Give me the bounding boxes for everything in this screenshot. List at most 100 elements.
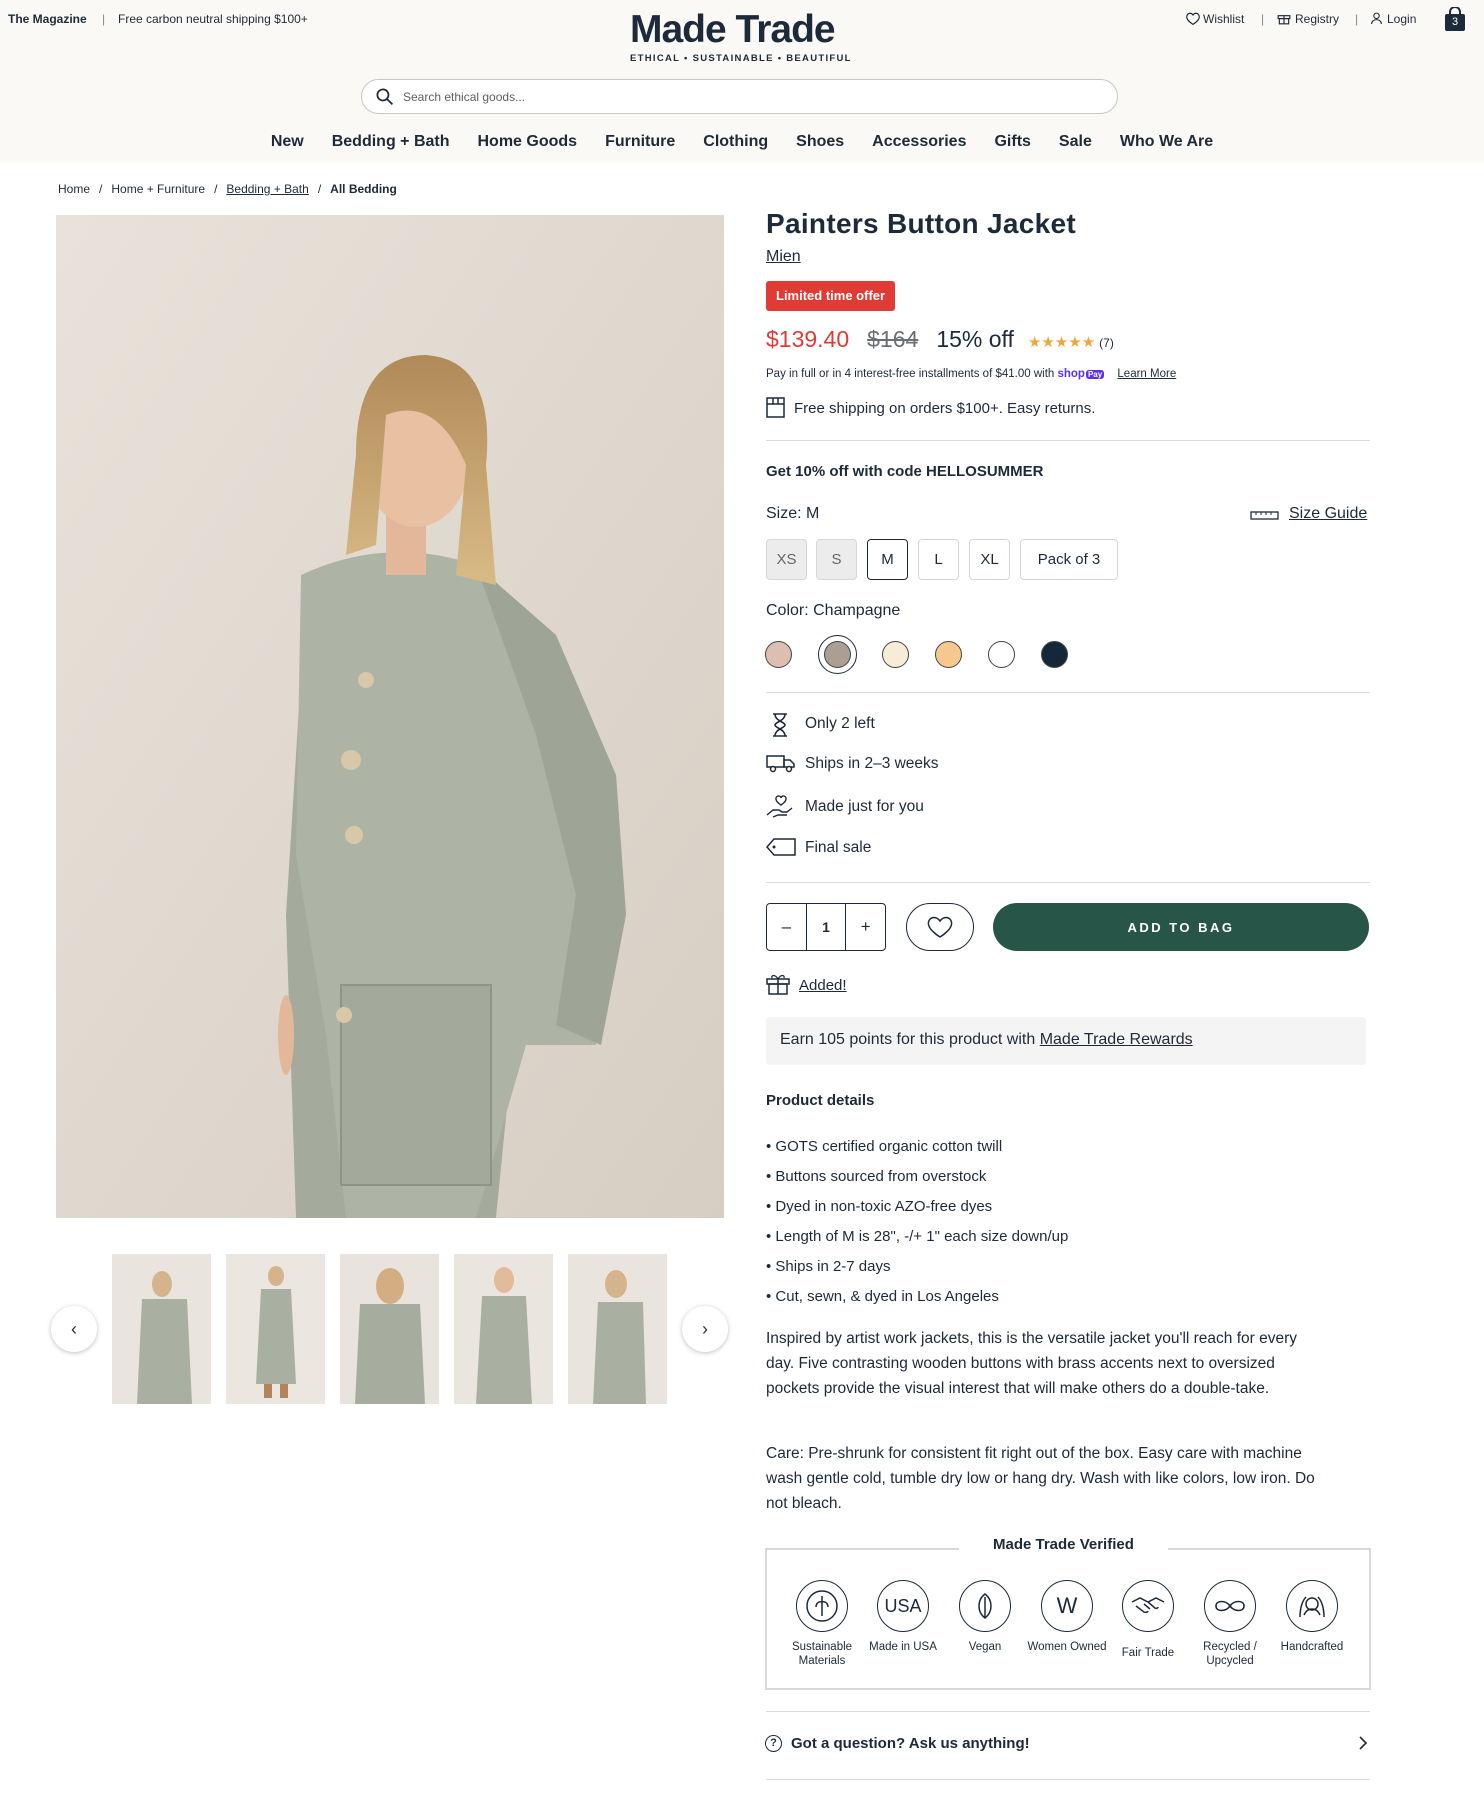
- qty-increase-button[interactable]: +: [846, 904, 885, 950]
- divider: [766, 440, 1370, 441]
- registry-link[interactable]: Registry: [1295, 12, 1339, 26]
- size-option-s[interactable]: S: [816, 539, 857, 580]
- thumbnail-1[interactable]: [112, 1254, 211, 1404]
- size-guide-link[interactable]: Size Guide: [1289, 505, 1367, 523]
- star-rating-icon: ★★★★★: [1027, 334, 1096, 351]
- main-nav: New Bedding + Bath Home Goods Furniture …: [0, 133, 1484, 151]
- user-icon: [1370, 11, 1383, 30]
- color-swatch-white[interactable]: [988, 641, 1015, 668]
- nav-item-shoes[interactable]: Shoes: [796, 133, 844, 151]
- add-to-bag-button[interactable]: ADD TO BAG: [993, 903, 1369, 951]
- ships-in: Ships in 2–3 weeks: [805, 755, 939, 772]
- color-swatch-cream[interactable]: [882, 641, 909, 668]
- nav-item-home-goods[interactable]: Home Goods: [478, 133, 578, 151]
- size-option-xs[interactable]: XS: [766, 539, 807, 580]
- product-main-image[interactable]: [56, 215, 724, 1218]
- size-option-xl[interactable]: XL: [969, 539, 1010, 580]
- ask-question-link[interactable]: Got a question? Ask us anything!: [791, 1735, 1030, 1752]
- chevron-right-icon[interactable]: [1358, 1735, 1368, 1756]
- size-label: Size: M: [766, 505, 820, 522]
- nav-item-sale[interactable]: Sale: [1059, 133, 1092, 151]
- shipping-info: Free shipping on orders $100+. Easy retu…: [794, 400, 1096, 417]
- product-title: Painters Button Jacket: [766, 208, 1077, 239]
- handshake-icon[interactable]: [1122, 1580, 1174, 1632]
- rewards-text: Earn 105 points for this product with: [780, 1031, 1036, 1048]
- nav-item-furniture[interactable]: Furniture: [605, 133, 675, 151]
- sale-price: $139.40: [766, 326, 850, 352]
- search-bar[interactable]: Search ethical goods...: [361, 79, 1118, 114]
- tag-icon: [766, 838, 796, 862]
- nav-item-gifts[interactable]: Gifts: [994, 133, 1030, 151]
- size-option-m[interactable]: M: [867, 539, 908, 580]
- limited-offer-badge: Limited time offer: [766, 281, 896, 311]
- thumbnail-prev-button[interactable]: ‹: [51, 1306, 97, 1352]
- breadcrumb-bedding-bath[interactable]: Bedding + Bath: [226, 182, 308, 196]
- qty-decrease-button[interactable]: –: [767, 904, 806, 950]
- promo-code: Get 10% off with code HELLOSUMMER: [766, 463, 1044, 480]
- breadcrumb-home[interactable]: Home: [58, 182, 90, 196]
- product-description: Inspired by artist work jackets, this is…: [766, 1330, 1298, 1397]
- thumbnail-4[interactable]: [454, 1254, 553, 1404]
- magazine-link[interactable]: The Magazine: [8, 12, 87, 26]
- product-details-list: • GOTS certified organic cotton twill • …: [766, 1132, 1068, 1312]
- cart-count: 3: [1451, 16, 1459, 28]
- price-row: $139.40 $164 15% off ★★★★★ (7): [766, 326, 1114, 353]
- wishlist-link[interactable]: Wishlist: [1203, 12, 1244, 26]
- color-swatch-navy[interactable]: [1041, 641, 1068, 668]
- divider: [766, 1711, 1370, 1712]
- shop-pay-logo: shop Pay: [1057, 368, 1105, 380]
- hourglass-icon: [766, 713, 794, 737]
- color-swatch-apricot[interactable]: [935, 641, 962, 668]
- made-in-usa-icon[interactable]: USA: [877, 1580, 929, 1632]
- thumbnail-next-button[interactable]: ›: [682, 1306, 728, 1352]
- recycle-icon[interactable]: [1204, 1580, 1256, 1632]
- cart-button[interactable]: 3: [1444, 6, 1466, 32]
- color-swatch-blush[interactable]: [765, 641, 792, 668]
- breadcrumb-home-furniture[interactable]: Home + Furniture: [111, 182, 205, 196]
- size-option-l[interactable]: L: [918, 539, 959, 580]
- handcrafted-icon[interactable]: [1286, 1580, 1338, 1632]
- nav-item-who-we-are[interactable]: Who We Are: [1120, 133, 1213, 151]
- product-details-title: Product details: [766, 1092, 875, 1109]
- login-link[interactable]: Login: [1387, 12, 1416, 26]
- registry-added-link[interactable]: Added!: [799, 977, 847, 994]
- learn-more-link[interactable]: Learn More: [1117, 368, 1176, 380]
- size-option-pack-of-3[interactable]: Pack of 3: [1020, 539, 1118, 580]
- made-in-usa-label: Made in USA: [869, 1641, 937, 1653]
- discount-label: 15% off: [936, 326, 1014, 352]
- vegan-leaf-icon[interactable]: [959, 1580, 1011, 1632]
- thumbnail-3[interactable]: [340, 1254, 439, 1404]
- recycled-upcycled-label: Recycled / Upcycled: [1203, 1641, 1257, 1667]
- logo-tagline: ETHICAL • SUSTAINABLE • BEAUTIFUL: [630, 53, 852, 64]
- nav-item-bedding-bath[interactable]: Bedding + Bath: [332, 133, 450, 151]
- color-swatch-champagne[interactable]: [824, 641, 851, 668]
- women-owned-icon[interactable]: W: [1041, 1580, 1093, 1632]
- breadcrumb: Home / Home + Furniture / Bedding + Bath…: [58, 182, 397, 196]
- logo[interactable]: Made Trade: [630, 8, 836, 52]
- topbar-separator: |: [1355, 12, 1359, 26]
- rating[interactable]: ★★★★★ (7): [1028, 333, 1114, 351]
- thumbnail-5[interactable]: [568, 1254, 667, 1404]
- detail-item: • GOTS certified organic cotton twill: [766, 1138, 1003, 1155]
- thumbnail-2[interactable]: [226, 1254, 325, 1404]
- rewards-link[interactable]: Made Trade Rewards: [1040, 1031, 1193, 1048]
- search-input[interactable]: Search ethical goods...: [403, 90, 525, 104]
- handcrafted-label: Handcrafted: [1280, 1641, 1344, 1653]
- chevron-right-icon: ›: [702, 1318, 708, 1339]
- topbar-separator: |: [1261, 12, 1265, 26]
- rewards-banner: Earn 105 points for this product with Ma…: [766, 1017, 1366, 1065]
- heart-icon: [927, 916, 953, 938]
- add-to-wishlist-button[interactable]: [906, 903, 974, 951]
- brand-link[interactable]: Mien: [766, 248, 801, 266]
- divider: [766, 692, 1370, 693]
- nav-item-accessories[interactable]: Accessories: [872, 133, 966, 151]
- made-for-you: Made just for you: [805, 798, 924, 815]
- nav-item-new[interactable]: New: [271, 133, 304, 151]
- women-owned-icon-text: W: [1056, 1593, 1078, 1618]
- qty-input[interactable]: 1: [805, 904, 847, 950]
- chevron-left-icon: ‹: [71, 1318, 77, 1339]
- nav-item-clothing[interactable]: Clothing: [703, 133, 768, 151]
- sustainable-materials-icon[interactable]: [796, 1580, 848, 1632]
- gift-icon: [1277, 11, 1291, 30]
- question-mark-icon: ?: [765, 1735, 782, 1752]
